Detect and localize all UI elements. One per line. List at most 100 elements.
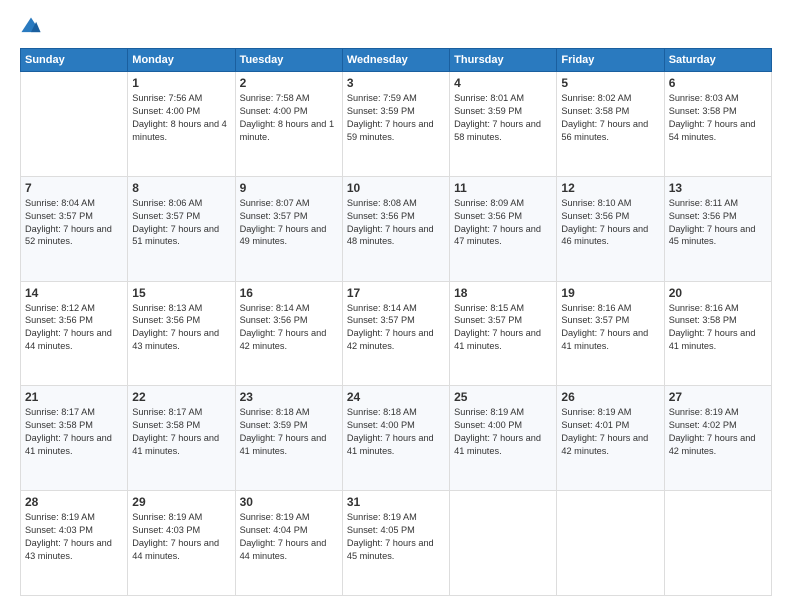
sunrise-label: Sunrise: 8:06 AM [132, 198, 202, 208]
day-info: Sunrise: 8:19 AM Sunset: 4:02 PM Dayligh… [669, 406, 767, 458]
sunrise-label: Sunrise: 8:14 AM [240, 303, 310, 313]
day-number: 15 [132, 286, 230, 300]
daylight-label: Daylight: 7 hours and 42 minutes. [669, 433, 756, 456]
day-info: Sunrise: 8:10 AM Sunset: 3:56 PM Dayligh… [561, 197, 659, 249]
calendar-cell: 23 Sunrise: 8:18 AM Sunset: 3:59 PM Dayl… [235, 386, 342, 491]
day-number: 25 [454, 390, 552, 404]
day-number: 11 [454, 181, 552, 195]
week-row: 7 Sunrise: 8:04 AM Sunset: 3:57 PM Dayli… [21, 176, 772, 281]
sunset-label: Sunset: 4:00 PM [347, 420, 415, 430]
sunset-label: Sunset: 3:58 PM [25, 420, 93, 430]
daylight-label: Daylight: 7 hours and 42 minutes. [561, 433, 648, 456]
sunset-label: Sunset: 3:57 PM [347, 315, 415, 325]
daylight-label: Daylight: 7 hours and 42 minutes. [347, 328, 434, 351]
sunset-label: Sunset: 3:57 PM [240, 211, 308, 221]
day-number: 20 [669, 286, 767, 300]
sunset-label: Sunset: 3:59 PM [347, 106, 415, 116]
day-number: 13 [669, 181, 767, 195]
day-info: Sunrise: 7:56 AM Sunset: 4:00 PM Dayligh… [132, 92, 230, 144]
sunrise-label: Sunrise: 8:02 AM [561, 93, 631, 103]
day-info: Sunrise: 8:15 AM Sunset: 3:57 PM Dayligh… [454, 302, 552, 354]
sunrise-label: Sunrise: 8:19 AM [347, 512, 417, 522]
calendar-cell: 28 Sunrise: 8:19 AM Sunset: 4:03 PM Dayl… [21, 491, 128, 596]
sunset-label: Sunset: 3:58 PM [561, 106, 629, 116]
calendar-cell: 3 Sunrise: 7:59 AM Sunset: 3:59 PM Dayli… [342, 72, 449, 177]
calendar-cell: 17 Sunrise: 8:14 AM Sunset: 3:57 PM Dayl… [342, 281, 449, 386]
sunrise-label: Sunrise: 8:15 AM [454, 303, 524, 313]
sunset-label: Sunset: 3:59 PM [454, 106, 522, 116]
sunset-label: Sunset: 3:57 PM [561, 315, 629, 325]
day-info: Sunrise: 8:16 AM Sunset: 3:58 PM Dayligh… [669, 302, 767, 354]
calendar-cell: 11 Sunrise: 8:09 AM Sunset: 3:56 PM Dayl… [450, 176, 557, 281]
sunset-label: Sunset: 3:56 PM [669, 211, 737, 221]
day-info: Sunrise: 8:11 AM Sunset: 3:56 PM Dayligh… [669, 197, 767, 249]
sunset-label: Sunset: 3:58 PM [669, 106, 737, 116]
sunset-label: Sunset: 4:05 PM [347, 525, 415, 535]
sunset-label: Sunset: 3:59 PM [240, 420, 308, 430]
day-info: Sunrise: 8:07 AM Sunset: 3:57 PM Dayligh… [240, 197, 338, 249]
calendar-cell: 27 Sunrise: 8:19 AM Sunset: 4:02 PM Dayl… [664, 386, 771, 491]
calendar-cell: 1 Sunrise: 7:56 AM Sunset: 4:00 PM Dayli… [128, 72, 235, 177]
daylight-label: Daylight: 7 hours and 41 minutes. [132, 433, 219, 456]
daylight-label: Daylight: 7 hours and 45 minutes. [347, 538, 434, 561]
day-number: 27 [669, 390, 767, 404]
sunset-label: Sunset: 4:03 PM [25, 525, 93, 535]
day-info: Sunrise: 8:12 AM Sunset: 3:56 PM Dayligh… [25, 302, 123, 354]
calendar-cell: 19 Sunrise: 8:16 AM Sunset: 3:57 PM Dayl… [557, 281, 664, 386]
calendar-cell: 10 Sunrise: 8:08 AM Sunset: 3:56 PM Dayl… [342, 176, 449, 281]
sunrise-label: Sunrise: 8:19 AM [454, 407, 524, 417]
sunset-label: Sunset: 3:58 PM [132, 420, 200, 430]
daylight-label: Daylight: 7 hours and 46 minutes. [561, 224, 648, 247]
daylight-label: Daylight: 7 hours and 41 minutes. [240, 433, 327, 456]
daylight-label: Daylight: 7 hours and 52 minutes. [25, 224, 112, 247]
day-number: 16 [240, 286, 338, 300]
day-number: 29 [132, 495, 230, 509]
calendar-cell [21, 72, 128, 177]
day-info: Sunrise: 8:19 AM Sunset: 4:03 PM Dayligh… [25, 511, 123, 563]
day-info: Sunrise: 8:18 AM Sunset: 3:59 PM Dayligh… [240, 406, 338, 458]
weekday-header: Saturday [664, 49, 771, 72]
daylight-label: Daylight: 8 hours and 4 minutes. [132, 119, 227, 142]
calendar-cell: 16 Sunrise: 8:14 AM Sunset: 3:56 PM Dayl… [235, 281, 342, 386]
day-info: Sunrise: 8:17 AM Sunset: 3:58 PM Dayligh… [132, 406, 230, 458]
daylight-label: Daylight: 7 hours and 42 minutes. [240, 328, 327, 351]
day-info: Sunrise: 8:02 AM Sunset: 3:58 PM Dayligh… [561, 92, 659, 144]
sunset-label: Sunset: 3:57 PM [25, 211, 93, 221]
day-number: 3 [347, 76, 445, 90]
calendar-header: SundayMondayTuesdayWednesdayThursdayFrid… [21, 49, 772, 72]
calendar-cell [664, 491, 771, 596]
week-row: 28 Sunrise: 8:19 AM Sunset: 4:03 PM Dayl… [21, 491, 772, 596]
day-info: Sunrise: 8:06 AM Sunset: 3:57 PM Dayligh… [132, 197, 230, 249]
calendar-cell: 7 Sunrise: 8:04 AM Sunset: 3:57 PM Dayli… [21, 176, 128, 281]
day-info: Sunrise: 8:19 AM Sunset: 4:00 PM Dayligh… [454, 406, 552, 458]
weekday-header: Sunday [21, 49, 128, 72]
calendar-cell: 21 Sunrise: 8:17 AM Sunset: 3:58 PM Dayl… [21, 386, 128, 491]
calendar-cell: 4 Sunrise: 8:01 AM Sunset: 3:59 PM Dayli… [450, 72, 557, 177]
daylight-label: Daylight: 7 hours and 41 minutes. [25, 433, 112, 456]
day-info: Sunrise: 7:58 AM Sunset: 4:00 PM Dayligh… [240, 92, 338, 144]
sunset-label: Sunset: 4:04 PM [240, 525, 308, 535]
calendar-cell: 5 Sunrise: 8:02 AM Sunset: 3:58 PM Dayli… [557, 72, 664, 177]
sunrise-label: Sunrise: 8:13 AM [132, 303, 202, 313]
day-number: 17 [347, 286, 445, 300]
day-number: 2 [240, 76, 338, 90]
daylight-label: Daylight: 7 hours and 58 minutes. [454, 119, 541, 142]
sunrise-label: Sunrise: 8:14 AM [347, 303, 417, 313]
calendar-cell: 2 Sunrise: 7:58 AM Sunset: 4:00 PM Dayli… [235, 72, 342, 177]
day-info: Sunrise: 8:19 AM Sunset: 4:04 PM Dayligh… [240, 511, 338, 563]
weekday-header: Wednesday [342, 49, 449, 72]
sunrise-label: Sunrise: 8:19 AM [561, 407, 631, 417]
day-info: Sunrise: 7:59 AM Sunset: 3:59 PM Dayligh… [347, 92, 445, 144]
sunrise-label: Sunrise: 8:18 AM [240, 407, 310, 417]
sunrise-label: Sunrise: 8:19 AM [132, 512, 202, 522]
sunrise-label: Sunrise: 8:19 AM [669, 407, 739, 417]
day-info: Sunrise: 8:16 AM Sunset: 3:57 PM Dayligh… [561, 302, 659, 354]
day-number: 21 [25, 390, 123, 404]
day-number: 5 [561, 76, 659, 90]
calendar-cell: 22 Sunrise: 8:17 AM Sunset: 3:58 PM Dayl… [128, 386, 235, 491]
day-info: Sunrise: 8:03 AM Sunset: 3:58 PM Dayligh… [669, 92, 767, 144]
day-number: 8 [132, 181, 230, 195]
daylight-label: Daylight: 7 hours and 51 minutes. [132, 224, 219, 247]
day-number: 23 [240, 390, 338, 404]
day-number: 6 [669, 76, 767, 90]
